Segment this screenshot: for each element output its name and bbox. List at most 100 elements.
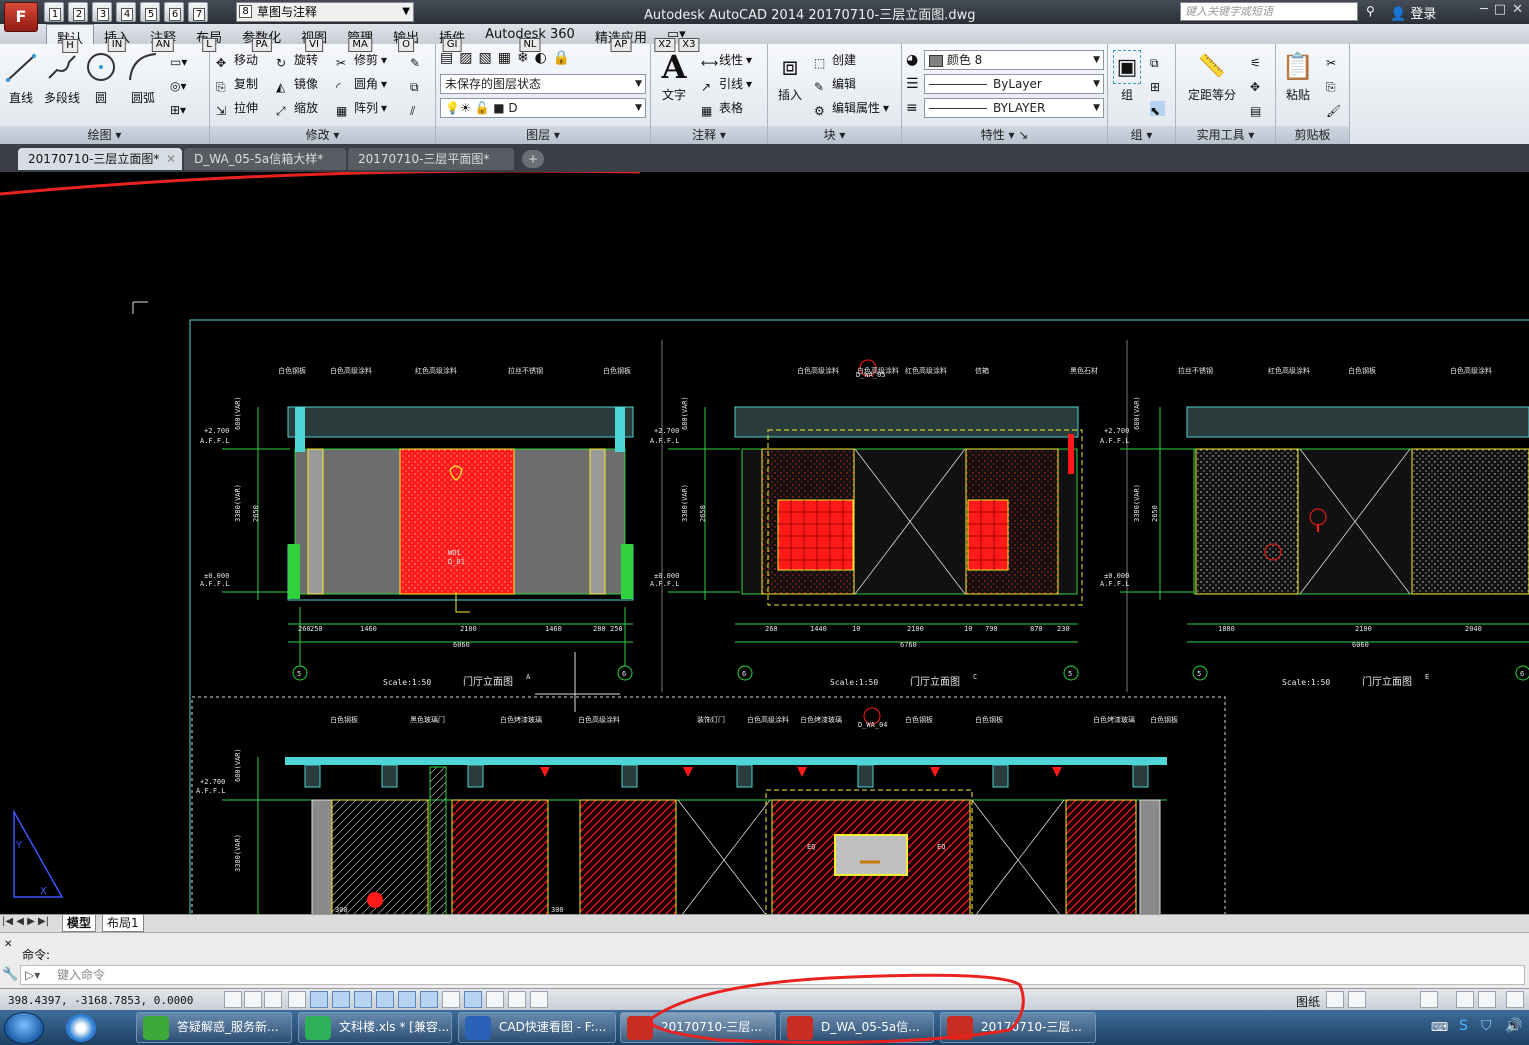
annotation-monitor-toggle[interactable]	[530, 991, 548, 1008]
match-prop-button[interactable]: 🖌	[1326, 98, 1341, 118]
tab-layout1[interactable]: 布局1	[102, 915, 144, 932]
taskbar-item[interactable]: 20170710-三层...	[940, 1012, 1096, 1043]
new-tab-button[interactable]: +	[522, 150, 544, 168]
scale-button[interactable]: ⤢ 缩放	[276, 98, 318, 118]
lineweight-toggle[interactable]	[442, 991, 460, 1008]
table-button[interactable]: ▦ 表格	[701, 98, 743, 118]
doc-tab-elevation[interactable]: 20170710-三层立面图* ✕	[18, 148, 182, 170]
maximize-viewport[interactable]	[1420, 991, 1438, 1008]
tab-layout[interactable]: 布局L	[186, 24, 232, 52]
tab-model[interactable]: 模型	[62, 915, 97, 932]
group-select-button[interactable]: ⬉	[1150, 98, 1165, 118]
move-button[interactable]: ✥ 移动	[216, 50, 258, 70]
block-panel-title[interactable]: 块 ▾	[768, 126, 901, 144]
match-properties-icon[interactable]: ◕	[906, 52, 918, 68]
offset-button[interactable]: ⫽	[410, 98, 425, 118]
layer-properties-icon[interactable]: ▤	[440, 50, 453, 66]
qat-save-button[interactable]: 3	[92, 2, 112, 22]
keyboard-icon[interactable]: ⌨	[1431, 1020, 1448, 1034]
qat-plot-button[interactable]: 5	[140, 2, 160, 22]
group-button[interactable]: ▣ 组	[1112, 50, 1142, 103]
taskbar-item[interactable]: D_WA_05-5a信...	[780, 1012, 934, 1043]
text-button[interactable]: A 文字	[657, 50, 691, 103]
copy-button[interactable]: ⎘ 复制	[216, 74, 258, 94]
id-point-button[interactable]: ✥	[1250, 74, 1265, 94]
selection-cycling-toggle[interactable]	[508, 991, 526, 1008]
doc-tab-plan[interactable]: 20170710-三层平面图*	[348, 148, 514, 170]
edit-attributes-button[interactable]: ⚙ 编辑属性 ▾	[814, 98, 889, 118]
osnap-toggle[interactable]	[332, 991, 350, 1008]
tab-annotate[interactable]: 注释AN	[140, 24, 186, 52]
clipboard-panel-title[interactable]: 剪贴板	[1276, 126, 1349, 144]
tab-output[interactable]: 输出O	[383, 24, 429, 52]
taskbar-item[interactable]: 答疑解惑_服务新...	[136, 1012, 292, 1043]
layers-panel-title[interactable]: 图层 ▾	[436, 126, 650, 144]
hatch-button[interactable]: ◎▾	[170, 76, 187, 96]
layer-lock-icon[interactable]: 🔒	[553, 50, 570, 66]
doc-tab-mailbox[interactable]: D_WA_05-5a信箱大样*	[184, 148, 346, 170]
qat-redo-button[interactable]: 7	[188, 2, 208, 22]
line-button[interactable]: 直线	[4, 50, 38, 106]
maximize-button[interactable]: □	[1494, 2, 1506, 17]
insert-block-button[interactable]: ⧈ 插入	[772, 50, 808, 103]
polyline-button[interactable]: 多段线	[42, 50, 82, 106]
rotate-button[interactable]: ↻ 旋转	[276, 50, 318, 70]
quick-view-drawings[interactable]	[1348, 991, 1366, 1008]
layer-iso-icon[interactable]: ▧	[478, 50, 491, 66]
ortho-toggle[interactable]	[288, 991, 306, 1008]
properties-panel-title[interactable]: 特性 ▾ ↘	[902, 126, 1107, 144]
tab-parametric[interactable]: 参数化PA	[232, 24, 291, 52]
qat-saveas-button[interactable]: 4	[116, 2, 136, 22]
tab-view[interactable]: 视图VI	[291, 24, 337, 52]
ducs-toggle[interactable]	[398, 991, 416, 1008]
erase-button[interactable]: ✎	[410, 50, 425, 70]
transparency-toggle[interactable]	[464, 991, 482, 1008]
polar-toggle[interactable]	[310, 991, 328, 1008]
create-block-button[interactable]: ⬚ 创建	[814, 50, 856, 70]
annotation-scale-icon[interactable]	[1456, 991, 1474, 1008]
arc-button[interactable]: 圆弧	[126, 50, 160, 106]
binoculars-icon[interactable]: ⚲	[1366, 4, 1375, 18]
volume-icon[interactable]: 🔊	[1505, 1018, 1522, 1034]
measure-button[interactable]: 📏 定距等分	[1182, 50, 1242, 103]
explode-button[interactable]: ⧉	[410, 74, 425, 94]
tab-plugins[interactable]: 插件GI	[429, 24, 475, 52]
grid-toggle[interactable]	[264, 991, 282, 1008]
layer-freeze-icon[interactable]: ❄	[517, 50, 529, 66]
qat-undo-button[interactable]: 6	[164, 2, 184, 22]
lineweight-select[interactable]: BYLAYER ▼	[924, 98, 1104, 118]
tab-featured-apps[interactable]: 精选应用AP	[585, 24, 657, 52]
edit-block-button[interactable]: ✎ 编辑	[814, 74, 856, 94]
groups-panel-title[interactable]: 组 ▾	[1108, 126, 1175, 144]
modify-panel-title[interactable]: 修改 ▾	[210, 126, 435, 144]
layer-state-select[interactable]: 未保存的图层状态 ▼	[440, 74, 646, 94]
group-edit-button[interactable]: ⊞	[1150, 74, 1165, 94]
workspace-select[interactable]: 8 草图与注释 ▼	[236, 2, 414, 22]
tab-overflow[interactable]: ▭▾ X2 X3	[654, 24, 700, 52]
array-button[interactable]: ▦ 阵列 ▾	[336, 98, 387, 118]
layer-off-icon[interactable]: ◐	[535, 50, 547, 66]
3d-osnap-toggle[interactable]	[354, 991, 372, 1008]
infer-constraints-toggle[interactable]	[224, 991, 242, 1008]
tab-autodesk360[interactable]: Autodesk 360 NL	[475, 24, 585, 52]
layer-match-icon[interactable]: ▨	[459, 50, 472, 66]
taskbar-item[interactable]: 文科楼.xls * [兼容...	[298, 1012, 452, 1043]
workspace-switch-icon[interactable]	[1506, 991, 1524, 1008]
tab-insert[interactable]: 插入IN	[94, 24, 140, 52]
draw-panel-title[interactable]: 绘图 ▾	[0, 126, 209, 144]
dyn-toggle[interactable]	[420, 991, 438, 1008]
application-menu-button[interactable]: F	[4, 2, 38, 32]
taskbar-item[interactable]: CAD快速看图 - F:...	[458, 1012, 616, 1043]
layer-unisolate-icon[interactable]: ▦	[498, 50, 511, 66]
snap-toggle[interactable]	[244, 991, 262, 1008]
linetype-select[interactable]: ByLayer ▼	[924, 74, 1104, 94]
close-icon[interactable]: ✕	[166, 148, 176, 170]
browser-pinned-icon[interactable]	[66, 1014, 96, 1042]
circle-button[interactable]: 圆	[84, 50, 118, 106]
search-input[interactable]: 键入关键字或短语	[1180, 2, 1358, 21]
paste-button[interactable]: 📋 粘贴	[1280, 50, 1316, 103]
trim-button[interactable]: ✂ 修剪 ▾	[336, 50, 387, 70]
annotation-panel-title[interactable]: 注释 ▾	[651, 126, 767, 144]
leader-button[interactable]: ↗ 引线 ▾	[701, 74, 752, 94]
qat-new-button[interactable]: 1	[44, 2, 64, 22]
